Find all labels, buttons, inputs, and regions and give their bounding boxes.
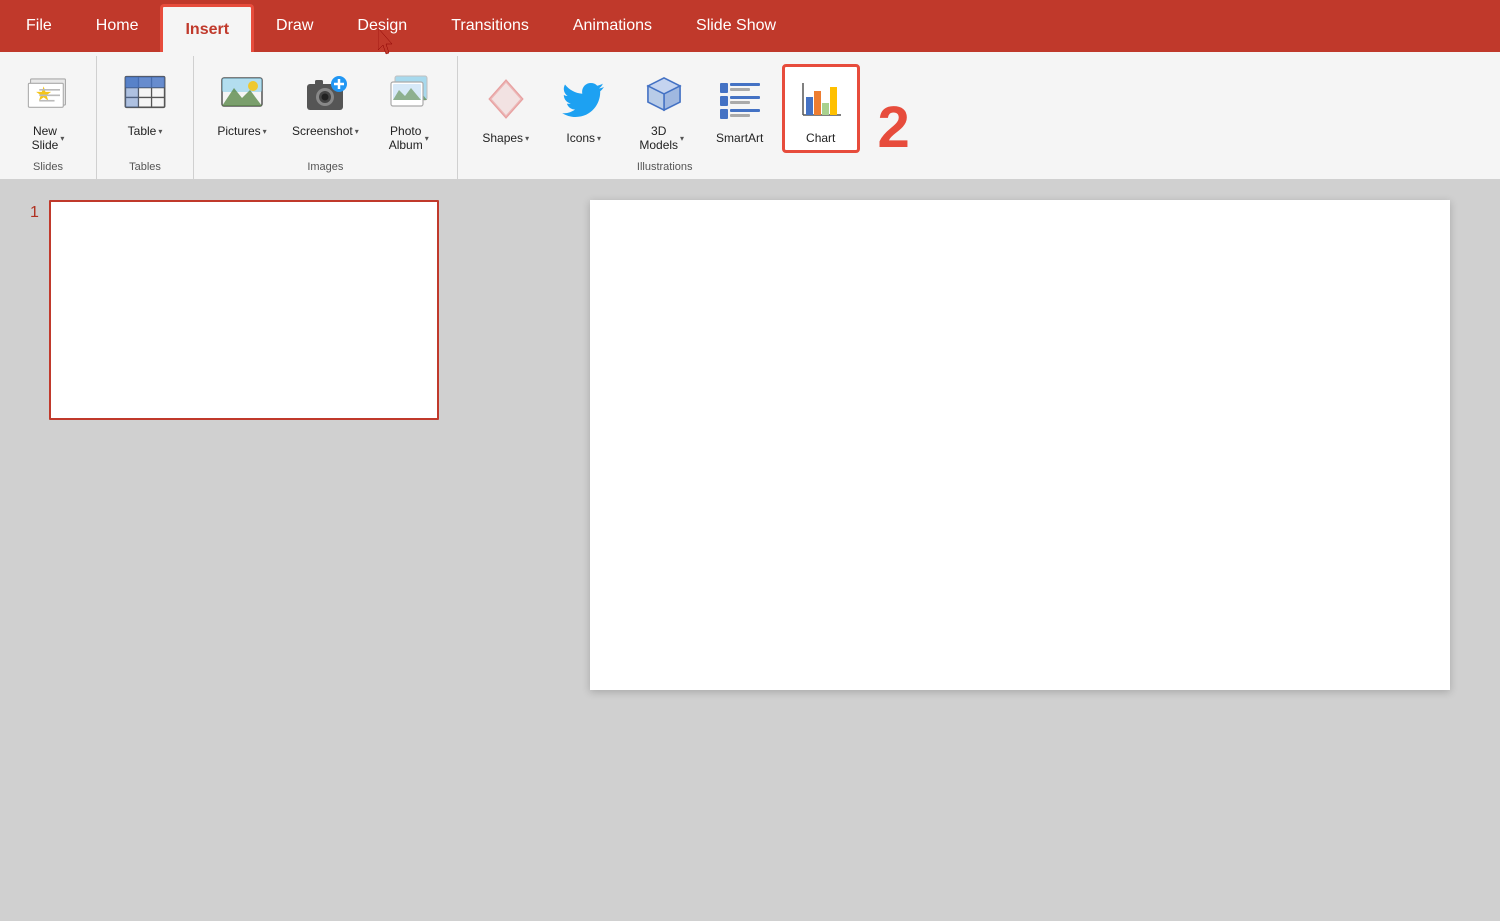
shapes-button[interactable]: Shapes ▾: [470, 67, 542, 149]
shapes-icon: [478, 71, 534, 127]
pictures-icon: [214, 64, 270, 120]
shapes-dropdown[interactable]: ▾: [525, 134, 529, 143]
shapes-label: Shapes: [482, 131, 523, 145]
screenshot-label: Screenshot: [292, 124, 353, 138]
icons-dropdown[interactable]: ▾: [597, 134, 601, 143]
annotation-2: 2: [877, 94, 909, 161]
new-slide-icon: ★: [20, 64, 76, 120]
chart-label: Chart: [806, 131, 835, 145]
3d-models-icon: [634, 64, 690, 120]
ribbon-content: ★ NewSlide ▾ Slides: [0, 52, 1500, 180]
chart-icon: [793, 71, 849, 127]
tables-group-label: Tables: [109, 157, 181, 179]
group-slides: ★ NewSlide ▾ Slides: [0, 56, 97, 179]
table-button[interactable]: Table ▾: [109, 60, 181, 142]
tab-bar: File Home Insert Draw Design Transitions…: [0, 0, 1500, 52]
group-illustrations: Shapes ▾ Icons ▾: [458, 56, 880, 179]
3d-models-button[interactable]: 3DModels ▾: [626, 60, 698, 157]
ribbon: File Home Insert Draw Design Transitions…: [0, 0, 1500, 180]
3d-models-label: 3DModels: [639, 124, 678, 153]
tab-slideshow[interactable]: Slide Show: [674, 0, 798, 52]
images-items: Pictures ▾: [206, 60, 445, 157]
group-tables: Table ▾ Tables: [97, 56, 194, 179]
pictures-button[interactable]: Pictures ▾: [206, 60, 278, 142]
tab-file[interactable]: File: [4, 0, 74, 52]
photo-album-button[interactable]: PhotoAlbum ▾: [373, 60, 445, 157]
table-icon: [117, 64, 173, 120]
illustrations-items: Shapes ▾ Icons ▾: [470, 60, 860, 157]
pictures-dropdown[interactable]: ▾: [263, 127, 267, 136]
slide-item-1: 1: [30, 200, 520, 420]
smartart-icon: [712, 71, 768, 127]
pictures-label: Pictures: [217, 124, 260, 138]
slides-items: ★ NewSlide ▾: [12, 60, 84, 157]
new-slide-dropdown[interactable]: ▾: [60, 134, 64, 143]
tab-design[interactable]: Design: [335, 0, 429, 52]
group-images: Pictures ▾: [194, 56, 458, 179]
slides-panel: 1: [0, 180, 540, 921]
tab-transitions[interactable]: Transitions: [429, 0, 551, 52]
slide-number-1: 1: [30, 204, 39, 222]
new-slide-label: NewSlide: [32, 124, 59, 153]
photo-album-dropdown[interactable]: ▾: [425, 134, 429, 143]
slide-thumbnail-1[interactable]: [49, 200, 439, 420]
photo-album-label: PhotoAlbum: [389, 124, 423, 153]
screenshot-button[interactable]: Screenshot ▾: [284, 60, 367, 142]
tab-draw[interactable]: Draw: [254, 0, 335, 52]
icons-label: Icons: [566, 131, 595, 145]
screenshot-icon: [297, 64, 353, 120]
new-slide-button[interactable]: ★ NewSlide ▾: [12, 60, 84, 157]
main-area: 1: [0, 180, 1500, 921]
slides-group-label: Slides: [12, 157, 84, 179]
tab-insert[interactable]: Insert: [160, 4, 254, 52]
tab-animations[interactable]: Animations: [551, 0, 674, 52]
images-group-label: Images: [206, 157, 445, 179]
table-label: Table: [128, 124, 157, 138]
screenshot-dropdown[interactable]: ▾: [355, 127, 359, 136]
photo-album-icon: [381, 64, 437, 120]
table-dropdown[interactable]: ▾: [158, 127, 162, 136]
smartart-label: SmartArt: [716, 131, 763, 145]
tab-home[interactable]: Home: [74, 0, 161, 52]
chart-button[interactable]: Chart: [782, 64, 860, 152]
icons-button[interactable]: Icons ▾: [548, 67, 620, 149]
icons-icon: [556, 71, 612, 127]
smartart-button[interactable]: SmartArt: [704, 67, 776, 149]
main-slide-canvas[interactable]: [590, 200, 1450, 690]
tables-items: Table ▾: [109, 60, 181, 157]
3d-models-dropdown[interactable]: ▾: [680, 134, 684, 143]
main-slide-view: [540, 180, 1500, 921]
illustrations-group-label: Illustrations: [470, 157, 860, 179]
